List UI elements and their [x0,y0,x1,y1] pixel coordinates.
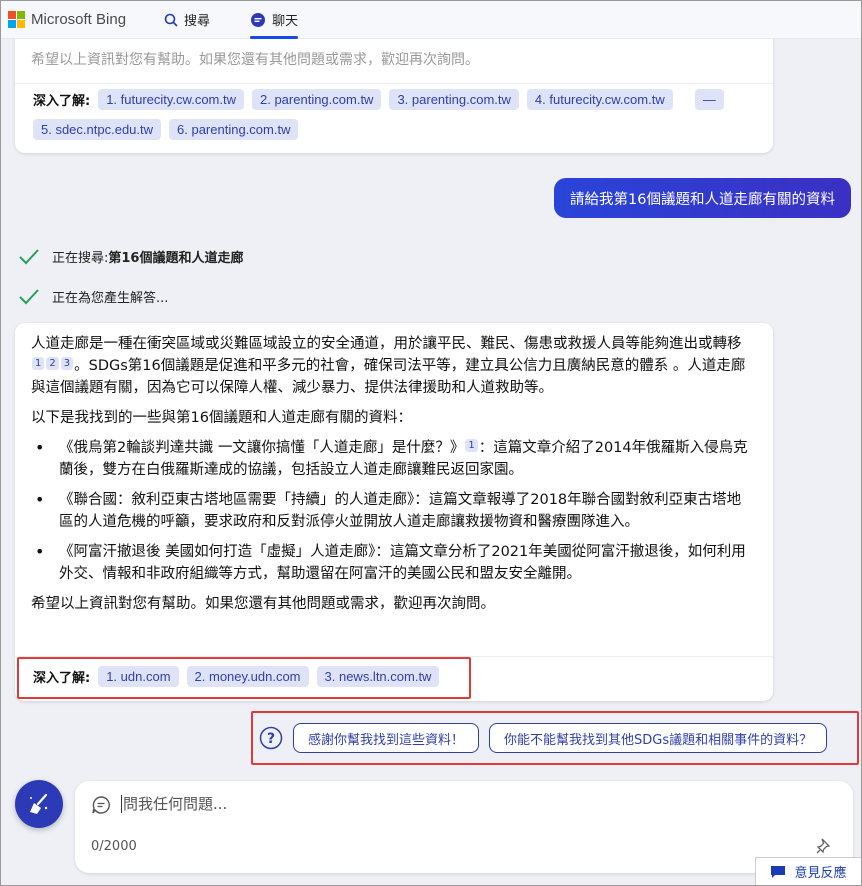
answer-paragraph: 以下是我找到的一些與第16個議題和人道走廊有關的資料： [31,410,412,426]
source-link[interactable]: 2. parenting.com.tw [252,89,382,110]
previous-closing-text: 希望以上資訊對您有幫助。如果您還有其他問題或需求，歡迎再次詢問。 [31,52,479,68]
tab-search-label: 搜尋 [184,14,211,29]
broom-icon [26,791,52,817]
previous-learn-more: 深入了解: 1. futurecity.cw.com.tw 2. parenti… [33,89,763,110]
searching-prefix: 正在搜尋: [52,251,109,266]
source-link[interactable]: 4. futurecity.cw.com.tw [526,89,673,110]
source-link[interactable]: 1. futurecity.cw.com.tw [98,89,244,110]
text-caret [121,795,122,813]
suggestion-button[interactable]: 你能不能幫我找到其他SDGs議題和相關事件的資料？ [489,723,828,753]
feedback-label: 意見反應 [794,866,847,881]
citation-badge[interactable]: 2 [46,357,59,370]
answer-body: 人道走廊是一種在衝突區域或災難區域設立的安全通道，用於讓平民、難民、傷患或救援人… [31,333,753,623]
checkmark-icon [18,288,40,306]
tab-chat[interactable]: 聊天 [250,1,299,39]
chat-icon [250,12,266,28]
article-title: 《俄烏第2輪談判達共識 一文讓你搞懂「人道走廊」是什麼？》 [59,440,465,456]
previous-answer-card: 希望以上資訊對您有幫助。如果您還有其他問題或需求，歡迎再次詢問。 深入了解: 1… [15,31,773,153]
brand-name: Microsoft Bing [31,11,127,28]
new-topic-button[interactable] [15,780,63,828]
microsoft-logo-icon [8,11,25,28]
generating-status: 正在為您產生解答... [18,287,168,306]
source-link[interactable]: 6. parenting.com.tw [169,119,299,140]
feedback-icon [770,865,786,879]
collapse-links-button[interactable]: — [694,89,724,110]
tab-search[interactable]: 搜尋 [164,1,210,39]
svg-text:?: ? [267,731,275,747]
generating-text: 正在為您產生解答... [52,291,169,306]
feedback-button[interactable]: 意見反應 [755,857,861,885]
list-item: 《阿富汗撤退後 美國如何打造「虛擬」人道走廊》：這篇文章分析了2021年美國從阿… [31,541,753,585]
suggestions-row: ? 感謝你幫我找到這些資料！ 你能不能幫我找到其他SDGs議題和相關事件的資料？ [259,723,828,753]
citation-badge[interactable]: 1 [465,439,478,452]
answer-card: 人道走廊是一種在衝突區域或災難區域設立的安全通道，用於讓平民、難民、傷患或救援人… [15,323,773,701]
answer-text: 人道走廊是一種在衝突區域或災難區域設立的安全通道，用於讓平民、難民、傷患或救援人… [31,336,742,352]
active-tab-indicator [250,35,299,39]
list-item: 《俄烏第2輪談判達共識 一文讓你搞懂「人道走廊」是什麼？》1：這篇文章介紹了20… [31,437,753,481]
article-title: 《阿富汗撤退後 美國如何打造「虛擬」人道走廊》 [59,544,376,560]
chat-bubble-icon [91,795,111,819]
tab-chat-label: 聊天 [272,14,299,29]
help-icon[interactable]: ? [259,726,283,750]
answer-text: 。SDGs第16個議題是促進和平多元的社會，確保司法平等，建立具公信力且廣納民意… [31,358,746,396]
search-icon [164,13,178,27]
source-link[interactable]: 5. sdec.ntpc.edu.tw [33,119,162,140]
top-bar: Microsoft Bing 搜尋 聊天 [1,1,861,39]
checkmark-icon [18,248,40,266]
character-counter: 0/2000 [91,839,137,854]
highlight-box-sources [17,657,471,699]
answer-closing: 希望以上資訊對您有幫助。如果您還有其他問題或需求，歡迎再次詢問。 [31,596,495,612]
source-link[interactable]: 3. parenting.com.tw [389,89,519,110]
divider [15,83,773,84]
searching-query: 第16個議題和人道走廊 [108,251,244,266]
suggestion-button[interactable]: 感謝你幫我找到這些資料！ [293,723,480,753]
result-list: 《俄烏第2輪談判達共識 一文讓你搞懂「人道走廊」是什麼？》1：這篇文章介紹了20… [31,437,753,585]
citation-badge[interactable]: 1 [32,357,45,370]
search-status: 正在搜尋: 第16個議題和人道走廊 [18,247,243,266]
pin-icon[interactable] [815,837,833,859]
previous-learn-more-row2: 5. sdec.ntpc.edu.tw 6. parenting.com.tw [33,119,306,140]
user-message: 請給我第16個議題和人道走廊有關的資料 [554,178,851,218]
citation-badge[interactable]: 3 [60,357,74,370]
chat-input-placeholder[interactable]: 問我任何問題... [123,793,227,814]
learn-more-label: 深入了解: [33,94,91,109]
article-title: 《聯合國：敘利亞東古塔地區需要「持續」的人道走廊》 [59,492,415,508]
answer-paragraph: 人道走廊是一種在衝突區域或災難區域設立的安全通道，用於讓平民、難民、傷患或救援人… [31,333,753,399]
bing-logo[interactable]: Microsoft Bing [8,11,126,28]
list-item: 《聯合國：敘利亞東古塔地區需要「持續」的人道走廊》：這篇文章報導了2018年聯合… [31,489,753,533]
chat-input-box[interactable]: 問我任何問題... 0/2000 [75,781,853,873]
